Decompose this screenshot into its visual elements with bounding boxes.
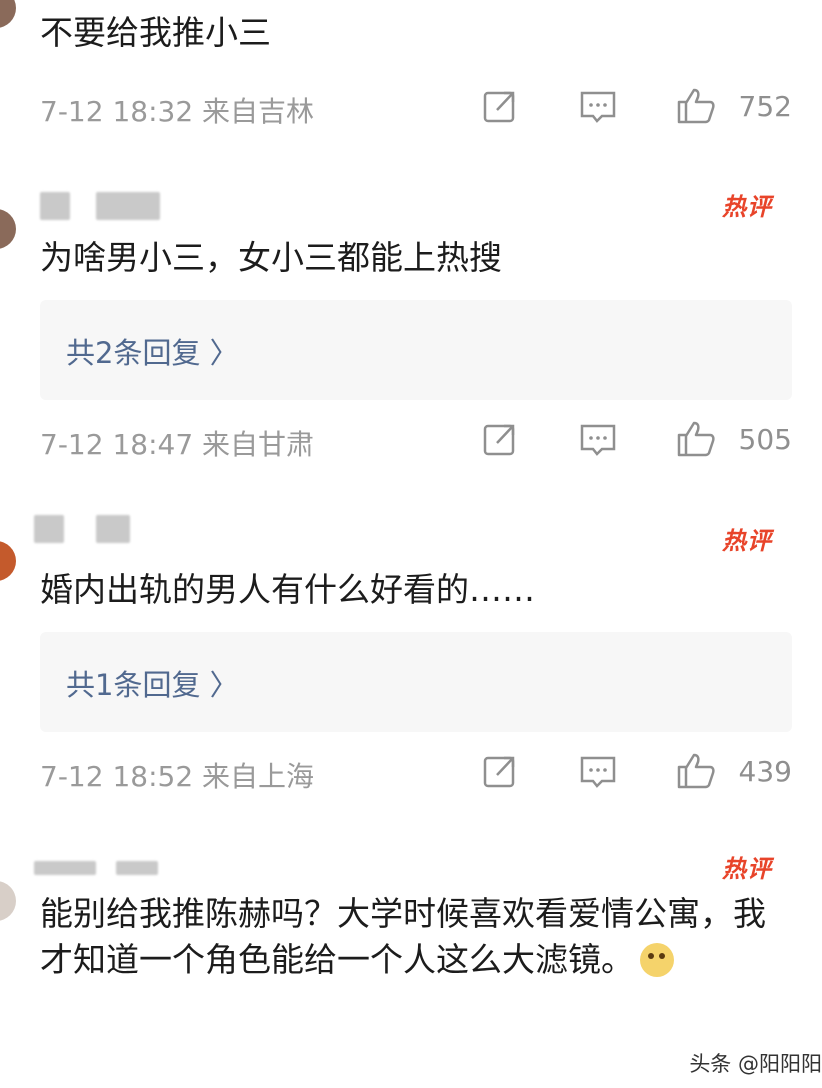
share-icon[interactable] — [480, 86, 520, 126]
share-icon[interactable] — [480, 419, 520, 459]
comment-text: 为啥男小三，女小三都能上热搜 — [40, 238, 502, 277]
avatar[interactable] — [0, 541, 16, 581]
comment-meta: 7-12 18:52 来自上海 — [40, 755, 314, 795]
comment-location: 来自甘肃 — [202, 428, 315, 461]
comment-meta: 7-12 18:32 来自吉林 — [40, 90, 314, 130]
thumbs-up-icon[interactable] — [676, 751, 716, 791]
avatar[interactable] — [0, 881, 16, 921]
comment-icon[interactable] — [578, 419, 618, 459]
comment-item: 热评 婚内出轨的男人有什么好看的…… 共1条回复 〉 7-12 18:52 来自… — [0, 497, 822, 827]
reply-count-link[interactable]: 共1条回复 〉 — [66, 662, 239, 704]
username-blurred[interactable] — [96, 192, 160, 220]
comment-meta: 7-12 18:47 来自甘肃 — [40, 423, 314, 463]
like-count: 505 — [738, 423, 792, 456]
comment-text: 不要给我推小三 — [40, 13, 271, 52]
username-blurred[interactable] — [116, 861, 158, 875]
hot-comment-badge: 热评 — [722, 855, 772, 883]
comment-footer: 7-12 18:52 来自上海 439 — [40, 751, 792, 793]
comment-time: 7-12 18:47 — [40, 428, 194, 461]
avatar[interactable] — [0, 209, 16, 249]
username-blurred[interactable] — [40, 192, 70, 220]
comment-text: 婚内出轨的男人有什么好看的…… — [40, 570, 535, 609]
hot-comment-badge: 热评 — [722, 527, 772, 555]
comment-item: 热评 能别给我推陈赫吗？大学时候喜欢看爱情公寓，我才知道一个角色能给一个人这么大… — [0, 845, 822, 1088]
comment-footer: 7-12 18:47 来自甘肃 505 — [40, 419, 792, 461]
comment-text: 能别给我推陈赫吗？大学时候喜欢看爱情公寓，我才知道一个角色能给一个人这么大滤镜。 — [40, 891, 792, 983]
share-icon[interactable] — [480, 751, 520, 791]
comment-icon[interactable] — [578, 751, 618, 791]
reply-summary[interactable]: 共2条回复 〉 — [40, 300, 792, 400]
username-blurred[interactable] — [96, 515, 130, 543]
reply-summary[interactable]: 共1条回复 〉 — [40, 632, 792, 732]
comment-list: 不要给我推小三 7-12 18:32 来自吉林 752 热评 为啥男小三，女小三… — [0, 0, 822, 1088]
like-count: 439 — [738, 755, 792, 788]
avatar[interactable] — [0, 0, 16, 28]
thinking-emoji-icon — [640, 943, 674, 977]
username-blurred[interactable] — [34, 861, 96, 875]
thumbs-up-icon[interactable] — [676, 86, 716, 126]
reply-count-link[interactable]: 共2条回复 〉 — [66, 330, 239, 372]
comment-item: 热评 为啥男小三，女小三都能上热搜 共2条回复 〉 7-12 18:47 来自甘… — [0, 165, 822, 495]
watermark: 头条 @阳阳阳 — [689, 1052, 822, 1076]
like-count: 752 — [738, 90, 792, 123]
hot-comment-badge: 热评 — [722, 193, 772, 221]
comment-location: 来自吉林 — [202, 95, 315, 128]
comment-time: 7-12 18:32 — [40, 95, 194, 128]
comment-item: 不要给我推小三 7-12 18:32 来自吉林 752 — [0, 0, 822, 160]
comment-icon[interactable] — [578, 86, 618, 126]
thumbs-up-icon[interactable] — [676, 419, 716, 459]
comment-location: 来自上海 — [202, 760, 315, 793]
username-blurred[interactable] — [34, 515, 64, 543]
comment-time: 7-12 18:52 — [40, 760, 194, 793]
comment-footer: 7-12 18:32 来自吉林 752 — [40, 86, 792, 128]
